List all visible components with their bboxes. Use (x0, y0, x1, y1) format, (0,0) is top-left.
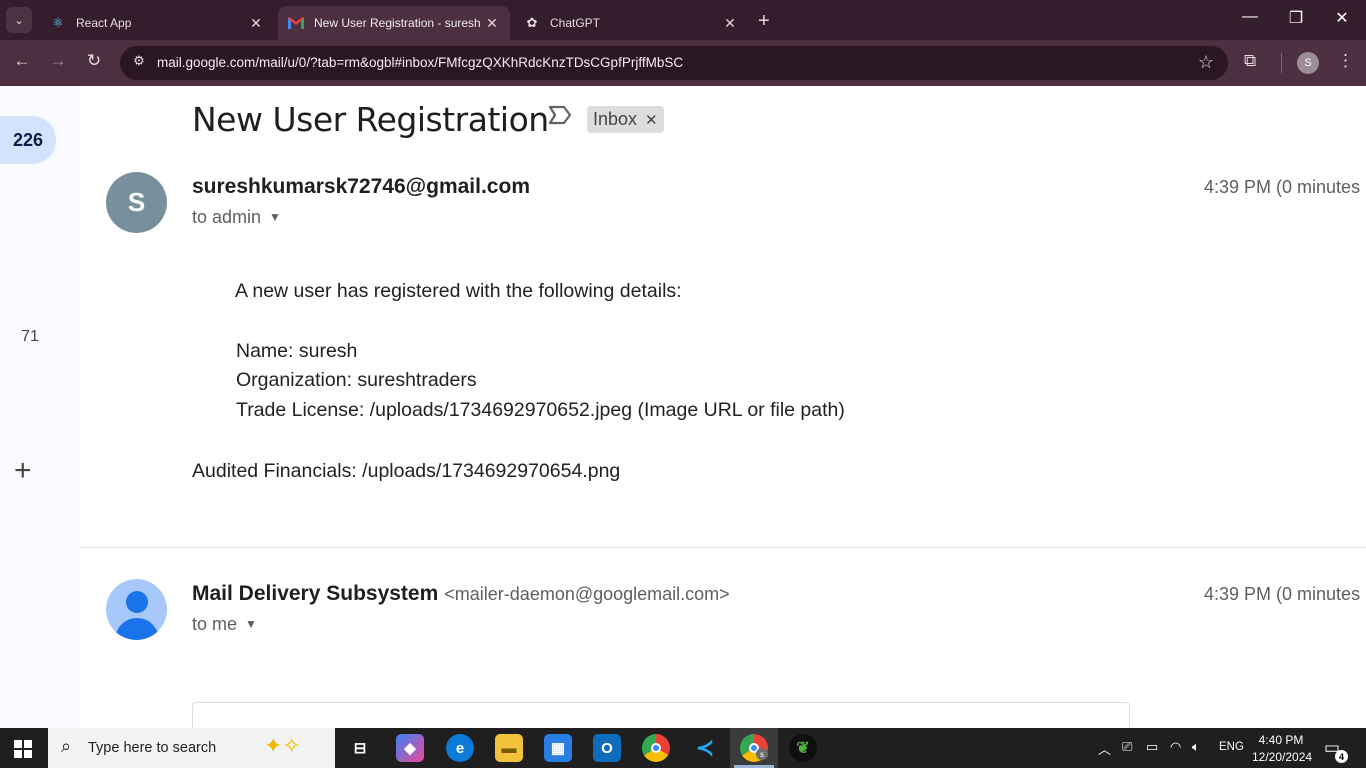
chrome-icon[interactable] (642, 734, 670, 762)
chrome-profile-badge: s (756, 748, 768, 760)
copilot-icon[interactable]: ◆ (396, 734, 424, 762)
bookmark-star-icon[interactable]: ☆ (1198, 52, 1214, 73)
gmail-icon (288, 15, 304, 31)
search-icon: ⌕ (61, 736, 72, 756)
back-button[interactable]: ← (10, 51, 34, 71)
site-info-icon[interactable]: ⚙ (128, 53, 150, 73)
inbox-label-text: Inbox (593, 109, 638, 129)
taskbar-clock[interactable]: 4:40 PM 12/20/2024 (1252, 732, 1313, 766)
url-text[interactable]: mail.google.com/mail/u/0/?tab=rm&ogbl#in… (157, 55, 683, 70)
task-view-icon[interactable]: ⊟ (346, 734, 374, 762)
recipient-text: to admin (192, 207, 262, 227)
body-intro: A new user has registered with the follo… (235, 280, 682, 302)
tab-title: React App (76, 16, 132, 30)
wifi-icon[interactable]: ◠ (1170, 739, 1181, 755)
taskbar-search-placeholder[interactable]: Type here to search (88, 740, 216, 756)
body-organization: Organization: sureshtraders (236, 369, 477, 391)
tab-title: New User Registration - suresh (314, 16, 481, 30)
add-label-icon[interactable]: + (14, 454, 32, 488)
rail-secondary-count[interactable]: 71 (0, 328, 60, 346)
mongodb-icon[interactable]: ❦ (789, 734, 817, 762)
tab-strip: ⌄ ⚛ React App ✕ New User Registration - … (0, 0, 1366, 40)
meet-now-icon[interactable]: ⎚ (1122, 739, 1132, 755)
chatgpt-icon: ✿ (526, 15, 538, 30)
react-icon: ⚛ (52, 15, 64, 30)
person-avatar-icon[interactable] (106, 579, 167, 640)
gmail-left-rail (0, 86, 80, 728)
body-name: Name: suresh (236, 340, 358, 362)
address-bar[interactable]: ⚙ mail.google.com/mail/u/0/?tab=rm&ogbl#… (120, 46, 1228, 80)
sender-name[interactable]: Mail Delivery Subsystem (192, 582, 438, 605)
volume-icon[interactable]: 🔈︎ (1192, 739, 1200, 755)
copilot-sparkle-icon: ✦✧ (264, 733, 301, 758)
sender-avatar[interactable]: S (106, 172, 167, 233)
sender-line[interactable]: Mail Delivery Subsystem <mailer-daemon@go… (192, 582, 730, 606)
outlook-icon[interactable]: O (593, 734, 621, 762)
restore-button[interactable]: ❐ (1273, 8, 1319, 28)
email-subject: New User Registration (192, 100, 549, 139)
language-indicator[interactable]: ENG (1219, 741, 1244, 753)
inbox-unread-count[interactable]: 226 (0, 116, 56, 164)
label-important-icon[interactable] (548, 104, 572, 133)
recipient-line[interactable]: to admin ▼ (192, 207, 281, 228)
tab-chatgpt[interactable]: ✿ ChatGPT ✕ (514, 6, 748, 40)
chevron-down-icon[interactable]: ▼ (269, 210, 281, 224)
message-divider (80, 547, 1366, 548)
sender-name[interactable]: sureshkumarsk72746@gmail.com (192, 175, 530, 199)
tab-react-app[interactable]: ⚛ React App ✕ (40, 6, 274, 40)
close-icon[interactable]: ✕ (248, 15, 264, 32)
tab-title: ChatGPT (550, 16, 601, 30)
recipient-text: to me (192, 614, 238, 634)
close-icon[interactable]: ✕ (484, 15, 500, 32)
tab-search-button[interactable]: ⌄ (6, 7, 32, 33)
chevron-down-icon[interactable]: ▼ (245, 617, 257, 631)
body-audited-financials: Audited Financials: /uploads/17346929706… (192, 460, 621, 482)
remove-label-icon[interactable]: ✕ (645, 111, 658, 129)
forward-button[interactable]: → (46, 51, 70, 71)
clock-time: 4:40 PM (1258, 733, 1304, 747)
edge-icon[interactable]: e (446, 734, 474, 762)
profile-avatar[interactable]: S (1297, 52, 1319, 74)
minimize-button[interactable]: — (1227, 8, 1273, 26)
close-icon[interactable]: ✕ (722, 15, 738, 32)
microsoft-store-icon[interactable]: ▦ (544, 734, 572, 762)
toolbar-divider (1281, 53, 1282, 73)
menu-icon[interactable]: ⋮ (1337, 51, 1354, 71)
clock-date: 12/20/2024 (1252, 750, 1313, 764)
reload-button[interactable]: ↻ (82, 51, 106, 71)
notification-count-badge: 4 (1335, 750, 1348, 763)
message-time: 4:39 PM (0 minutes (1204, 584, 1361, 604)
extensions-icon[interactable]: ⧉ (1244, 51, 1256, 71)
new-tab-button[interactable]: + (758, 10, 770, 33)
taskbar-search[interactable]: ⌕ Type here to search ✦✧ (48, 728, 335, 768)
tab-gmail[interactable]: New User Registration - suresh ✕ (278, 6, 510, 40)
windows-start-icon[interactable] (14, 740, 32, 758)
sender-address: <mailer-daemon@googlemail.com> (444, 584, 730, 604)
inbox-label-chip: Inbox ✕ (587, 106, 664, 133)
browser-toolbar: ← → ↻ ⚙ mail.google.com/mail/u/0/?tab=rm… (0, 40, 1366, 86)
show-hidden-icons-chevron-icon[interactable]: ︿ (1098, 739, 1111, 758)
body-trade-license: Trade License: /uploads/1734692970652.jp… (236, 399, 845, 421)
message-time: 4:39 PM (0 minutes (1204, 177, 1361, 197)
file-explorer-icon[interactable]: ▬ (495, 734, 523, 762)
battery-icon[interactable]: ▭ (1146, 739, 1158, 755)
vscode-icon[interactable]: ≺ (691, 734, 719, 762)
close-window-button[interactable]: ✕ (1319, 8, 1365, 28)
recipient-line[interactable]: to me ▼ (192, 614, 257, 635)
